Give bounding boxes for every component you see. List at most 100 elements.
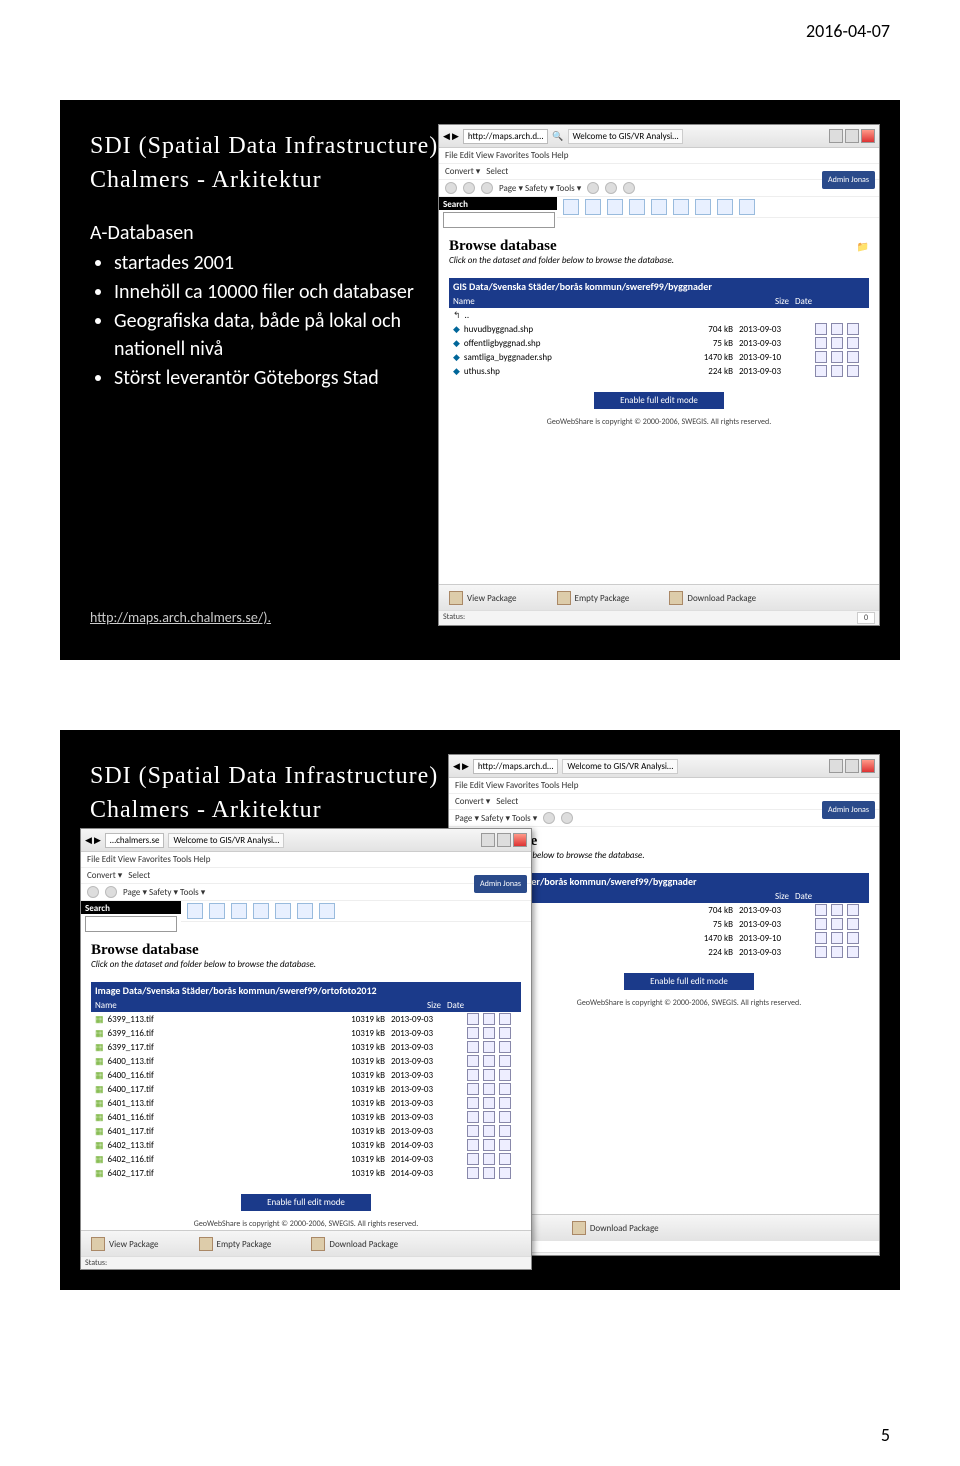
- toolbar-convert[interactable]: Convert ▾ Select: [439, 164, 879, 180]
- info-icon[interactable]: [483, 1167, 495, 1179]
- info-icon[interactable]: [483, 1013, 495, 1025]
- minimize-icon[interactable]: [829, 129, 843, 143]
- preview-icon[interactable]: [499, 1097, 511, 1109]
- enable-edit-button[interactable]: Enable full edit mode: [241, 1194, 371, 1211]
- close-icon[interactable]: [513, 833, 527, 847]
- preview-icon[interactable]: [847, 337, 859, 349]
- table-row[interactable]: ◆samtliga_byggnader.shp 1470 kB 2013-09-…: [449, 350, 869, 364]
- convert-button[interactable]: Convert ▾: [455, 796, 490, 807]
- nav-help-icon[interactable]: [319, 903, 335, 919]
- add-icon[interactable]: [815, 365, 827, 377]
- page-safety-tools[interactable]: Page ▾ Safety ▾ Tools ▾: [499, 183, 581, 194]
- minimize-icon[interactable]: [829, 759, 843, 773]
- info-icon[interactable]: [483, 1153, 495, 1165]
- preview-icon[interactable]: [499, 1041, 511, 1053]
- nav-browse-icon[interactable]: [629, 199, 645, 215]
- preview-icon[interactable]: [499, 1111, 511, 1123]
- empty-package-button[interactable]: Empty Package: [557, 591, 630, 605]
- table-row[interactable]: ▦6402_113.tif10319 kB2014-09-03: [91, 1138, 521, 1152]
- nav-exit-icon[interactable]: [695, 199, 711, 215]
- download-package-button[interactable]: Download Package: [669, 591, 756, 605]
- preview-icon[interactable]: [499, 1055, 511, 1067]
- tool-icon[interactable]: [587, 182, 599, 194]
- view-package-button[interactable]: View Package: [449, 591, 517, 605]
- add-icon[interactable]: [815, 351, 827, 363]
- info-icon[interactable]: [483, 1083, 495, 1095]
- nav-search-icon[interactable]: [651, 199, 667, 215]
- convert-button[interactable]: Convert ▾: [445, 166, 480, 177]
- table-row[interactable]: ◆offentligbyggnad.shp 75 kB 2013-09-03: [449, 336, 869, 350]
- preview-icon[interactable]: [499, 1013, 511, 1025]
- info-icon[interactable]: [483, 1111, 495, 1123]
- info-icon[interactable]: [483, 1139, 495, 1151]
- tool-icon[interactable]: [543, 812, 555, 824]
- mail-icon[interactable]: [481, 182, 493, 194]
- convert-button[interactable]: Convert ▾: [87, 870, 122, 881]
- table-row[interactable]: ◆uthus.shp 224 kB 2013-09-03: [449, 364, 869, 378]
- add-icon[interactable]: [815, 946, 827, 958]
- info-icon[interactable]: [483, 1069, 495, 1081]
- info-icon[interactable]: [483, 1125, 495, 1137]
- search-icon[interactable]: 🔍: [552, 131, 563, 142]
- close-icon[interactable]: [861, 129, 875, 143]
- back-forward-icon[interactable]: ◀ ▶: [85, 835, 101, 846]
- table-row[interactable]: ▦6401_117.tif10319 kB2013-09-03: [91, 1124, 521, 1138]
- nav-back-icon[interactable]: [209, 903, 225, 919]
- menu-bar[interactable]: File Edit View Favorites Tools Help: [81, 852, 531, 868]
- menu-bar[interactable]: File Edit View Favorites Tools Help: [439, 148, 879, 164]
- empty-package-button[interactable]: Empty Package: [199, 1237, 272, 1251]
- url-field[interactable]: …chalmers.se: [105, 833, 165, 848]
- table-row[interactable]: 1470 kB2013-09-10: [509, 931, 869, 945]
- table-row[interactable]: ▦6401_113.tif10319 kB2013-09-03: [91, 1096, 521, 1110]
- preview-icon[interactable]: [847, 904, 859, 916]
- maximize-icon[interactable]: [845, 759, 859, 773]
- add-icon[interactable]: [467, 1167, 479, 1179]
- info-icon[interactable]: [483, 1041, 495, 1053]
- info-icon[interactable]: [831, 918, 843, 930]
- tool-icon[interactable]: [605, 182, 617, 194]
- close-icon[interactable]: [861, 759, 875, 773]
- add-icon[interactable]: [467, 1153, 479, 1165]
- nav-browse-icon[interactable]: [253, 903, 269, 919]
- info-icon[interactable]: [831, 351, 843, 363]
- nav-forward-icon[interactable]: [231, 903, 247, 919]
- preview-icon[interactable]: [499, 1139, 511, 1151]
- table-row[interactable]: ▦6399_116.tif10319 kB2013-09-03: [91, 1026, 521, 1040]
- preview-icon[interactable]: [847, 946, 859, 958]
- add-icon[interactable]: [467, 1097, 479, 1109]
- nav-start-icon[interactable]: [673, 199, 689, 215]
- add-icon[interactable]: [815, 337, 827, 349]
- nav-home-icon[interactable]: [187, 903, 203, 919]
- back-forward-icon[interactable]: ◀ ▶: [453, 761, 469, 772]
- tool-icon[interactable]: [105, 886, 117, 898]
- tool-icon[interactable]: [561, 812, 573, 824]
- toolbar-page[interactable]: Page ▾ Safety ▾ Tools ▾: [449, 810, 879, 827]
- info-icon[interactable]: [483, 1055, 495, 1067]
- preview-icon[interactable]: [847, 351, 859, 363]
- url-field[interactable]: http://maps.arch.d…: [473, 759, 559, 774]
- table-row[interactable]: 224 kB2013-09-03: [509, 945, 869, 959]
- nav-search-icon[interactable]: [275, 903, 291, 919]
- add-icon[interactable]: [815, 323, 827, 335]
- nav-home-icon[interactable]: [563, 199, 579, 215]
- search-input[interactable]: [85, 916, 177, 932]
- add-icon[interactable]: [815, 918, 827, 930]
- add-icon[interactable]: [467, 1139, 479, 1151]
- maximize-icon[interactable]: [497, 833, 511, 847]
- preview-icon[interactable]: [847, 365, 859, 377]
- page-safety-tools[interactable]: Page ▾ Safety ▾ Tools ▾: [455, 813, 537, 824]
- add-icon[interactable]: [467, 1041, 479, 1053]
- add-icon[interactable]: [467, 1027, 479, 1039]
- nav-exit-icon[interactable]: [297, 903, 313, 919]
- info-icon[interactable]: [831, 946, 843, 958]
- back-forward-icon[interactable]: ◀ ▶: [443, 131, 459, 142]
- toolbar-page[interactable]: Page ▾ Safety ▾ Tools ▾: [439, 180, 879, 197]
- add-icon[interactable]: [815, 904, 827, 916]
- preview-icon[interactable]: [499, 1153, 511, 1165]
- table-row[interactable]: ▦6400_113.tif10319 kB2013-09-03: [91, 1054, 521, 1068]
- add-icon[interactable]: [467, 1055, 479, 1067]
- preview-icon[interactable]: [499, 1125, 511, 1137]
- source-link[interactable]: http://maps.arch.chalmers.se/).: [90, 609, 271, 626]
- tab-label[interactable]: Welcome to GIS/VR Analysi…: [568, 129, 684, 144]
- download-package-button[interactable]: Download Package: [572, 1221, 659, 1235]
